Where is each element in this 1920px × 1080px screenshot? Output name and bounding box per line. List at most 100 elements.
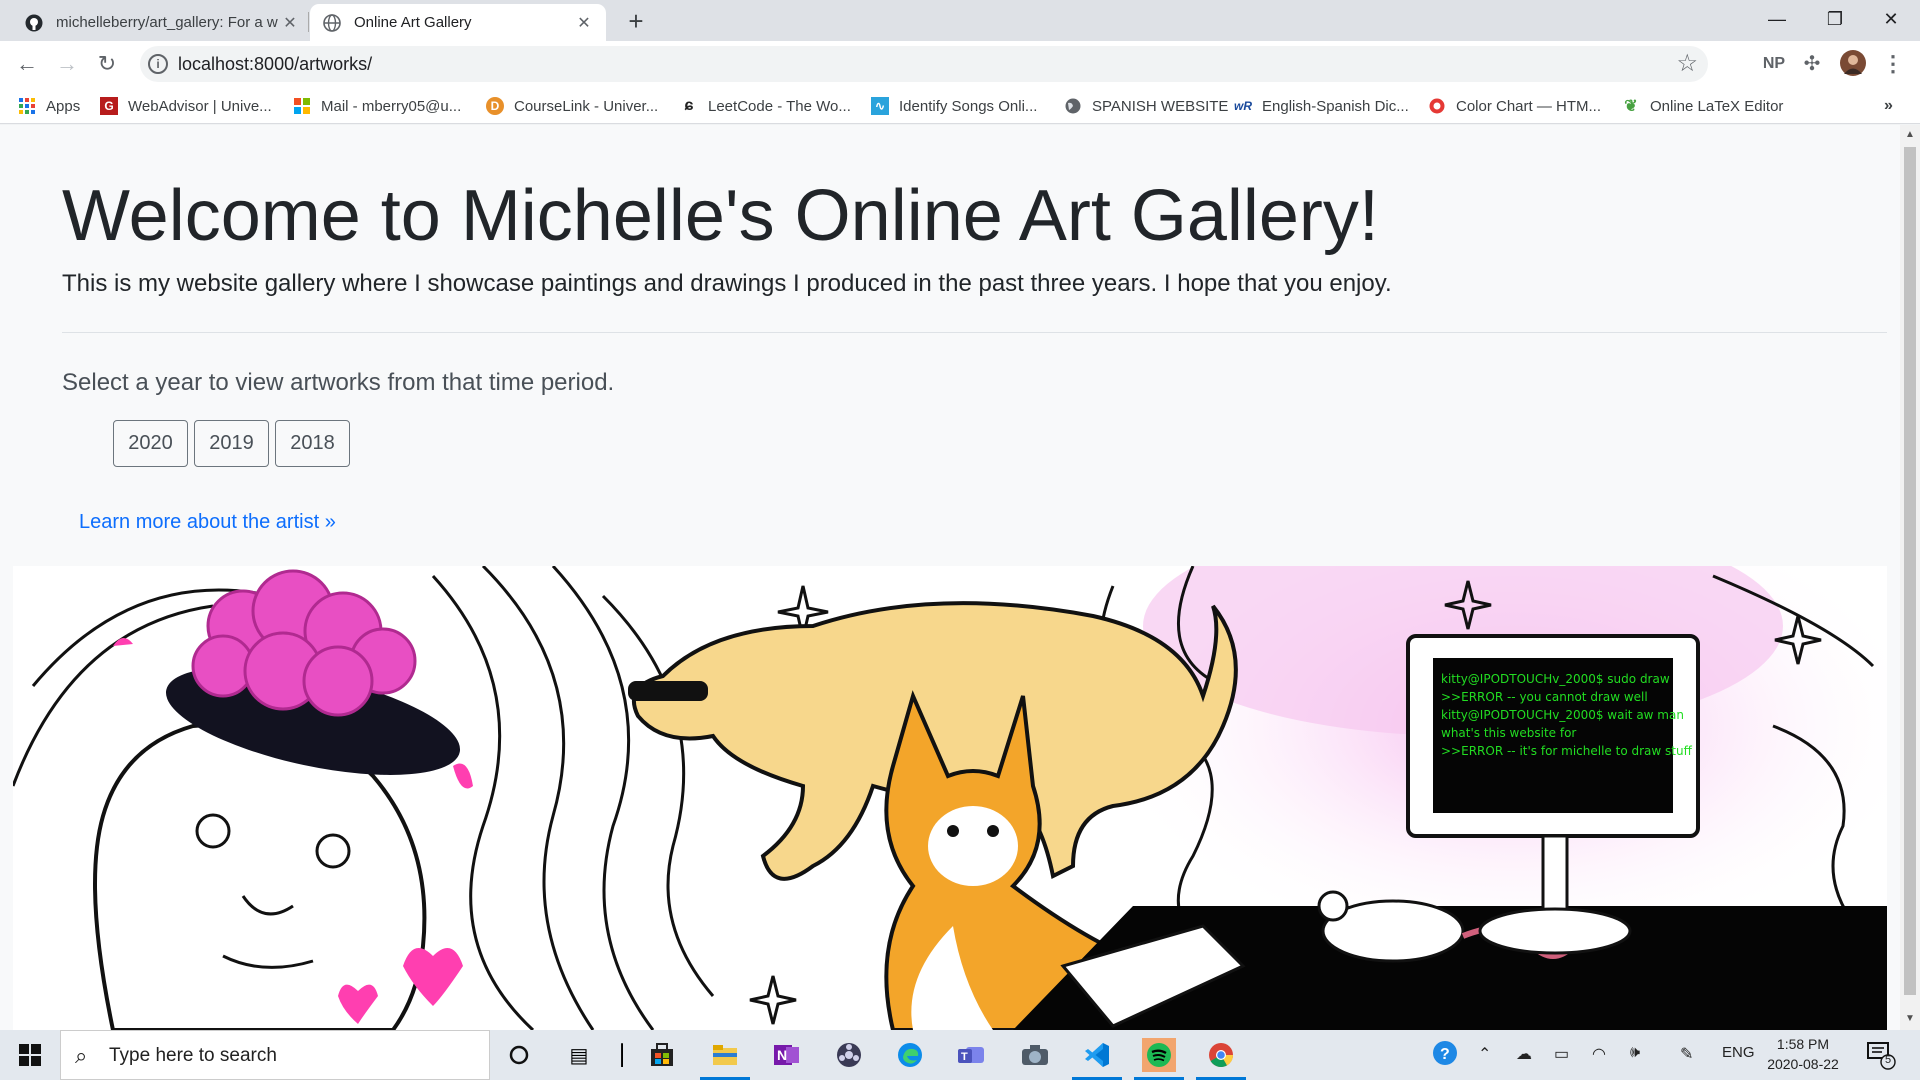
- extensions-puzzle-icon[interactable]: ✣: [1796, 49, 1828, 79]
- profile-avatar[interactable]: [1838, 49, 1868, 79]
- battery-icon[interactable]: ▭: [1554, 1044, 1569, 1064]
- color-wheel-icon: [1428, 97, 1446, 115]
- new-tab-button[interactable]: +: [620, 6, 652, 38]
- year-select-prompt: Select a year to view artworks from that…: [62, 369, 615, 396]
- minimize-button[interactable]: —: [1748, 0, 1806, 40]
- year-button-2018[interactable]: 2018: [275, 420, 350, 467]
- tab-online-art-gallery[interactable]: Online Art Gallery ✕: [310, 4, 606, 41]
- bookmark-label: English-Spanish Dic...: [1262, 97, 1409, 115]
- bookmark-english-spanish[interactable]: wR English-Spanish Dic...: [1234, 95, 1409, 117]
- bookmark-label: SPANISH WEBSITE: [1092, 97, 1229, 115]
- action-center-icon[interactable]: 5: [1866, 1040, 1896, 1075]
- close-tab-icon[interactable]: ✕: [574, 13, 594, 33]
- more-bookmarks-chevron-icon[interactable]: »: [1884, 95, 1893, 117]
- forward-button[interactable]: →: [52, 49, 82, 79]
- chrome-icon[interactable]: [1196, 1038, 1246, 1080]
- bookmark-star-icon[interactable]: ☆: [1676, 49, 1698, 78]
- bookmark-spanish-website[interactable]: SPANISH WEBSITE: [1064, 95, 1228, 117]
- close-tab-icon[interactable]: ✕: [280, 13, 300, 33]
- terminal-line: what's this website for: [1441, 726, 1576, 740]
- terminal-line: kitty@IPODTOUCHv_2000$ sudo draw: [1441, 672, 1670, 686]
- tab-title: Online Art Gallery: [354, 14, 472, 31]
- page-scrollbar[interactable]: ▲ ▼: [1900, 125, 1920, 1030]
- artwork-banner: kitty@IPODTOUCHv_2000$ sudo draw >>ERROR…: [13, 566, 1887, 1030]
- bookmarks-bar: Apps G WebAdvisor | Unive... Mail - mber…: [0, 87, 1920, 124]
- bookmark-label: LeetCode - The Wo...: [708, 97, 851, 115]
- microsoft-icon: [293, 97, 311, 115]
- taskbar-search[interactable]: ⌕ Type here to search: [60, 1030, 490, 1080]
- search-placeholder: Type here to search: [109, 1045, 277, 1066]
- tab-github[interactable]: michelleberry/art_gallery: For a w ✕: [12, 4, 312, 41]
- cortana-icon[interactable]: [502, 1038, 536, 1072]
- tab-strip: michelleberry/art_gallery: For a w ✕ Onl…: [0, 0, 1920, 41]
- bookmark-label: Color Chart — HTM...: [1456, 97, 1602, 115]
- bookmark-label: Apps: [46, 97, 81, 115]
- bookmark-mail[interactable]: Mail - mberry05@u...: [293, 95, 461, 117]
- bookmark-identify-songs[interactable]: ∿ Identify Songs Onli...: [871, 95, 1037, 117]
- browser-toolbar: ← → ↻ i localhost:8000/artworks/ ☆ NP ✣ …: [0, 41, 1920, 87]
- pen-workspace-icon[interactable]: ✎: [1680, 1044, 1693, 1064]
- bookmark-latex-editor[interactable]: ❦ Online LaTeX Editor: [1622, 95, 1783, 117]
- onenote-icon[interactable]: N: [770, 1038, 804, 1072]
- volume-icon[interactable]: 🕪: [1630, 1044, 1640, 1062]
- file-explorer-icon[interactable]: [700, 1038, 750, 1080]
- reload-button[interactable]: ↻: [92, 49, 122, 79]
- svg-text:?: ?: [1440, 1046, 1450, 1063]
- github-icon: [24, 13, 44, 33]
- scrollbar-thumb[interactable]: [1904, 147, 1916, 995]
- bookmark-label: Identify Songs Onli...: [899, 97, 1038, 115]
- camera-icon[interactable]: [1018, 1038, 1052, 1072]
- terminal-line: kitty@IPODTOUCHv_2000$ wait aw man: [1441, 708, 1684, 722]
- bookmark-webadvisor[interactable]: G WebAdvisor | Unive...: [100, 95, 272, 117]
- browser-menu-icon[interactable]: ⋮: [1878, 49, 1908, 79]
- show-hidden-icons-chevron-icon[interactable]: ⌃: [1478, 1044, 1491, 1064]
- page-title: Welcome to Michelle's Online Art Gallery…: [62, 176, 1379, 256]
- windows-taskbar: ⌕ Type here to search ▤ ▏ N T ? ⌃ ☁ ▭ ◠ …: [0, 1030, 1920, 1080]
- input-language[interactable]: ENG: [1722, 1044, 1755, 1061]
- terminal-line: >>ERROR -- it's for michelle to draw stu…: [1441, 744, 1693, 758]
- notification-count: 5: [1884, 1054, 1892, 1066]
- sticky-bar-icon[interactable]: ▏: [612, 1038, 646, 1072]
- maximize-button[interactable]: ❐: [1806, 0, 1864, 40]
- svg-text:N: N: [777, 1047, 787, 1063]
- close-window-button[interactable]: ✕: [1862, 0, 1920, 40]
- wifi-icon[interactable]: ◠: [1592, 1044, 1606, 1064]
- spotify-icon[interactable]: [1134, 1038, 1184, 1080]
- edge-browser-icon[interactable]: [893, 1038, 927, 1072]
- help-icon[interactable]: ?: [1432, 1040, 1458, 1071]
- vscode-icon[interactable]: [1072, 1038, 1122, 1080]
- media-player-icon[interactable]: [832, 1038, 866, 1072]
- teams-icon[interactable]: T: [955, 1038, 989, 1072]
- store-icon[interactable]: [645, 1038, 679, 1072]
- bookmark-label: CourseLink - Univer...: [514, 97, 659, 115]
- site-info-icon[interactable]: i: [148, 54, 168, 74]
- bookmark-label: Mail - mberry05@u...: [321, 97, 462, 115]
- divider: [62, 332, 1887, 333]
- taskbar-clock[interactable]: 1:58 PM 2020-08-22: [1758, 1034, 1848, 1074]
- bookmark-courselink[interactable]: D CourseLink - Univer...: [486, 95, 658, 117]
- back-button[interactable]: ←: [12, 49, 42, 79]
- search-icon: ⌕: [75, 1043, 88, 1068]
- extension-np-icon[interactable]: NP: [1758, 49, 1790, 79]
- task-view-icon[interactable]: ▤: [562, 1038, 596, 1072]
- bookmark-color-chart[interactable]: Color Chart — HTM...: [1428, 95, 1601, 117]
- year-button-2019[interactable]: 2019: [194, 420, 269, 467]
- bookmark-label: WebAdvisor | Unive...: [128, 97, 272, 115]
- windows-start-icon[interactable]: [0, 1030, 60, 1080]
- url-text[interactable]: localhost:8000/artworks/: [178, 54, 372, 75]
- learn-more-link[interactable]: Learn more about the artist »: [79, 511, 336, 534]
- scroll-down-arrow-icon[interactable]: ▼: [1905, 1013, 1915, 1024]
- page-lead: This is my website gallery where I showc…: [62, 270, 1392, 297]
- tab-title: michelleberry/art_gallery: For a w: [56, 14, 278, 31]
- terminal-line: >>ERROR -- you cannot draw well: [1441, 690, 1648, 704]
- bookmark-apps[interactable]: Apps: [18, 95, 80, 117]
- artwork-illustration: kitty@IPODTOUCHv_2000$ sudo draw >>ERROR…: [13, 566, 1887, 1030]
- year-button-2020[interactable]: 2020: [113, 420, 188, 467]
- onedrive-cloud-icon[interactable]: ☁: [1516, 1044, 1532, 1064]
- address-bar[interactable]: i localhost:8000/artworks/ ☆: [140, 46, 1708, 82]
- clock-time: 1:58 PM: [1776, 1036, 1830, 1052]
- webadvisor-icon: G: [100, 97, 118, 115]
- bookmark-leetcode[interactable]: ɕ LeetCode - The Wo...: [680, 95, 851, 117]
- scroll-up-arrow-icon[interactable]: ▲: [1905, 129, 1915, 140]
- wordreference-icon: wR: [1234, 99, 1252, 113]
